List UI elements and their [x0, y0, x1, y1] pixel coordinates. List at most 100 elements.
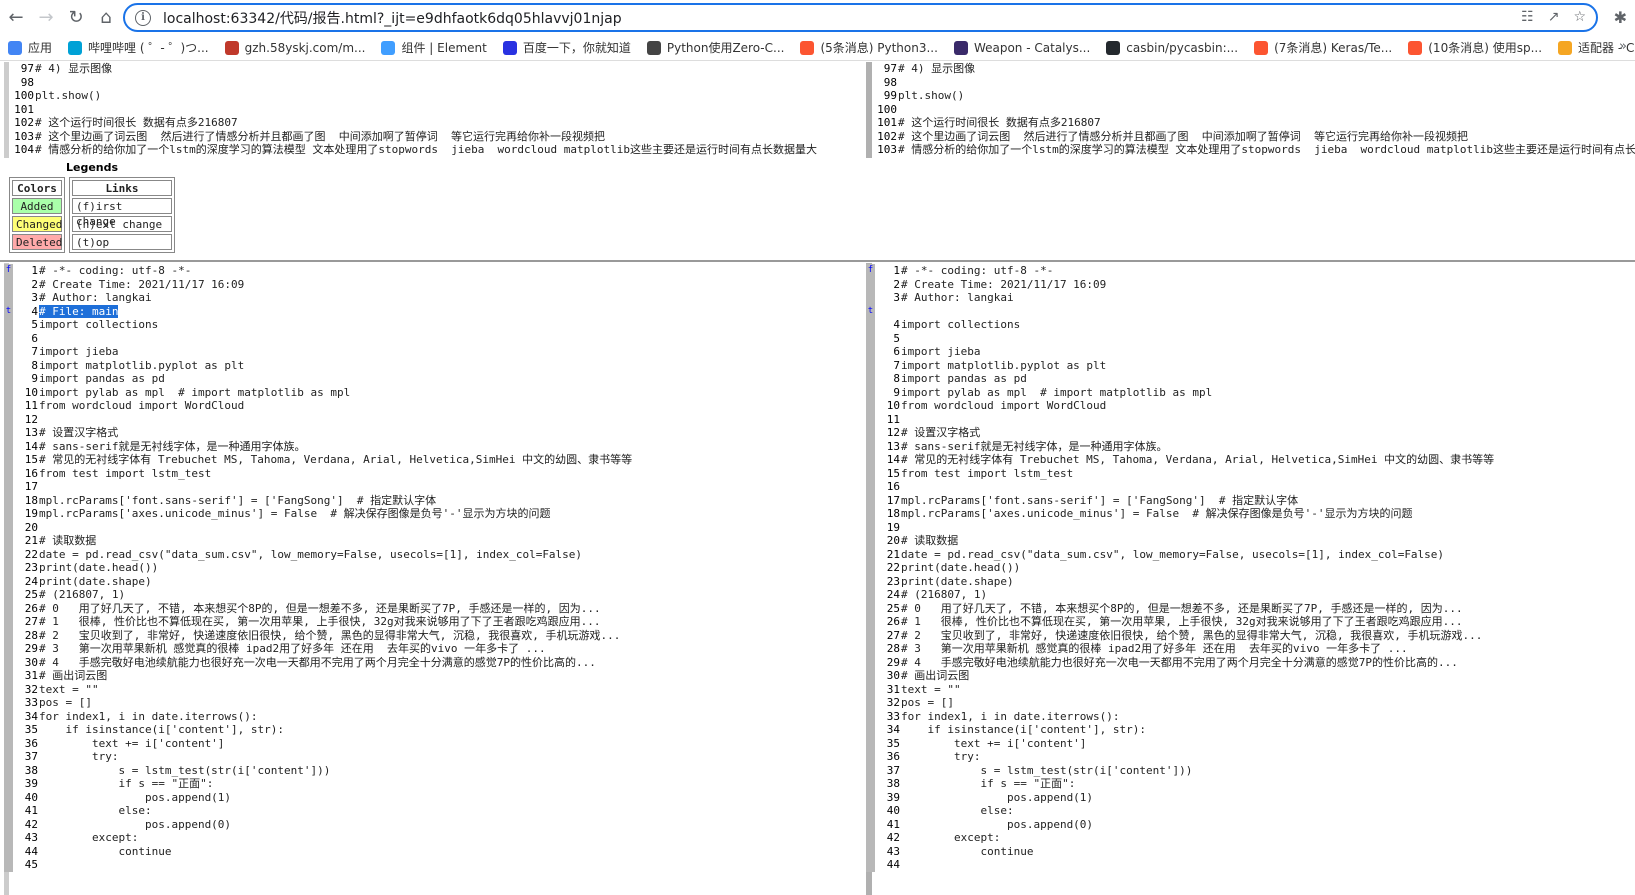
code-text[interactable]: # Author: langkai	[39, 291, 865, 305]
code-text[interactable]: if isinstance(i['content'], str):	[39, 723, 865, 737]
code-text[interactable]: pos = []	[39, 696, 865, 710]
code-text[interactable]: mpl.rcParams['axes.unicode_minus'] = Fal…	[39, 507, 865, 521]
code-text[interactable]: # 这个里边画了词云图 然后进行了情感分析并且都画了图 中间添加啊了暂停词 等它…	[898, 130, 1635, 144]
code-text[interactable]: import pandas as pd	[901, 372, 1635, 386]
code-text[interactable]: # 情感分析的给你加了一个lstm的深度学习的算法模型 文本处理用了stopwo…	[35, 143, 865, 157]
code-text[interactable]	[35, 76, 865, 90]
code-text[interactable]	[901, 305, 1635, 319]
bookmark-item[interactable]: gzh.58yskj.com/m...	[224, 40, 365, 55]
diff-anchor-marker[interactable]: f	[4, 264, 13, 278]
bookmark-item[interactable]: 应用	[8, 39, 52, 56]
code-text[interactable]: # 0 用了好几天了, 不错, 本来想买个8P的, 但是一想差不多, 还是果断买…	[901, 602, 1635, 616]
code-text[interactable]: import matplotlib.pyplot as plt	[39, 359, 865, 373]
code-text[interactable]: s = lstm_test(str(i['content']))	[39, 764, 865, 778]
bookmark-item[interactable]: (7条消息) Keras/Te...	[1254, 39, 1392, 56]
code-text[interactable]	[39, 521, 865, 535]
code-text[interactable]: # 0 用了好几天了, 不错, 本来想买个8P的, 但是一想差不多, 还是果断买…	[39, 602, 865, 616]
code-text[interactable]	[901, 332, 1635, 346]
code-text[interactable]: from test import lstm_test	[39, 467, 865, 481]
code-text[interactable]: plt.show()	[35, 89, 865, 103]
code-text[interactable]: # 画出词云图	[901, 669, 1635, 683]
code-text[interactable]: # 1 很棒, 性价比也不算低现在买, 第一次用苹果, 上手很快, 32g对我来…	[39, 615, 865, 629]
code-text[interactable]	[901, 858, 1635, 872]
code-text[interactable]: # 常见的无衬线字体有 Trebuchet MS, Tahoma, Verdan…	[901, 453, 1635, 467]
code-text[interactable]: # Author: langkai	[901, 291, 1635, 305]
code-text[interactable]: from wordcloud import WordCloud	[901, 399, 1635, 413]
code-text[interactable]: try:	[39, 750, 865, 764]
code-text[interactable]: # 3 第一次用苹果新机 感觉真的很棒 ipad2用了好多年 还在用 去年买的v…	[39, 642, 865, 656]
code-text[interactable]: # Create Time: 2021/11/17 16:09	[39, 278, 865, 292]
diff-anchor-marker[interactable]: t	[866, 304, 875, 318]
code-text[interactable]: print(date.shape)	[39, 575, 865, 589]
code-text[interactable]: # 3 第一次用苹果新机 感觉真的很棒 ipad2用了好多年 还在用 去年买的v…	[901, 642, 1635, 656]
extensions-icon[interactable]: ✱	[1614, 8, 1627, 27]
code-text[interactable]: text += i['content']	[39, 737, 865, 751]
code-text[interactable]: mpl.rcParams['font.sans-serif'] = ['Fang…	[901, 494, 1635, 508]
code-text[interactable]: mpl.rcParams['axes.unicode_minus'] = Fal…	[901, 507, 1635, 521]
code-text[interactable]: # Create Time: 2021/11/17 16:09	[901, 278, 1635, 292]
code-text[interactable]: # -*- coding: utf-8 -*-	[901, 264, 1635, 278]
address-bar[interactable]: i localhost:63342/代码/报告.html?_ijt=e9dhfa…	[123, 3, 1598, 32]
code-text[interactable]: if isinstance(i['content'], str):	[901, 723, 1635, 737]
code-text[interactable]: import jieba	[39, 345, 865, 359]
code-text[interactable]: # 4 手感完敬好电池续航能力也很好充一次电一天都用不完用了两个月完全十分满意的…	[39, 656, 865, 670]
bookmark-item[interactable]: 百度一下，你就知道	[502, 39, 631, 56]
code-text[interactable]: # 这个里边画了词云图 然后进行了情感分析并且都画了图 中间添加啊了暂停词 等它…	[35, 130, 865, 144]
code-text[interactable]: pos.append(1)	[901, 791, 1635, 805]
code-text[interactable]: # 4 手感完敬好电池续航能力也很好充一次电一天都用不完用了两个月完全十分满意的…	[901, 656, 1635, 670]
bookmark-item[interactable]: casbin/pycasbin:...	[1106, 40, 1238, 55]
home-icon[interactable]: ⌂	[92, 4, 120, 32]
code-text[interactable]: import pandas as pd	[39, 372, 865, 386]
code-text[interactable]: # 4) 显示图像	[898, 62, 1635, 76]
code-text[interactable]: continue	[39, 845, 865, 859]
bookmark-star-icon[interactable]: ☆	[1573, 9, 1586, 25]
code-text[interactable]: continue	[901, 845, 1635, 859]
bookmark-item[interactable]: Python使用Zero-C...	[646, 39, 784, 56]
code-text[interactable]: # sans-serif就是无衬线字体，是一种通用字体族。	[901, 440, 1635, 454]
code-text[interactable]: plt.show()	[898, 89, 1635, 103]
code-text[interactable]: # 画出词云图	[39, 669, 865, 683]
reload-icon[interactable]: ↻	[62, 4, 90, 32]
code-text[interactable]: for index1, i in date.iterrows():	[39, 710, 865, 724]
code-text[interactable]: for index1, i in date.iterrows():	[901, 710, 1635, 724]
code-text[interactable]: date = pd.read_csv("data_sum.csv", low_m…	[39, 548, 865, 562]
code-text[interactable]: import collections	[901, 318, 1635, 332]
translate-icon[interactable]: ☷	[1521, 9, 1534, 25]
code-text[interactable]: print(date.shape)	[901, 575, 1635, 589]
back-icon[interactable]: ←	[2, 4, 30, 32]
code-text[interactable]: try:	[901, 750, 1635, 764]
top-link[interactable]: (t)op	[72, 234, 172, 250]
next-change-link[interactable]: (n)ext change	[72, 216, 172, 232]
code-text[interactable]: # 情感分析的给你加了一个lstm的深度学习的算法模型 文本处理用了stopwo…	[898, 143, 1635, 157]
code-text[interactable]	[39, 332, 865, 346]
code-text[interactable]: print(date.head())	[39, 561, 865, 575]
code-text[interactable]	[901, 521, 1635, 535]
bookmark-item[interactable]: 组件 | Element	[381, 39, 487, 56]
right-code-pane[interactable]: f 1 # -*- coding: utf-8 -*- 2 # Create Time:…	[866, 264, 1635, 895]
code-text[interactable]	[39, 413, 865, 427]
code-text[interactable]: # File: main	[39, 304, 865, 319]
bookmarks-more-icon[interactable]: »	[1619, 39, 1627, 54]
left-code-pane[interactable]: f 1 # -*- coding: utf-8 -*- 2 # Create Time:…	[4, 264, 865, 895]
code-text[interactable]: # 常见的无衬线字体有 Trebuchet MS, Tahoma, Verdan…	[39, 453, 865, 467]
code-text[interactable]: import pylab as mpl # import matplotlib …	[39, 386, 865, 400]
share-icon[interactable]: ↗	[1548, 9, 1560, 25]
code-text[interactable]	[898, 76, 1635, 90]
code-text[interactable]: else:	[901, 804, 1635, 818]
site-info-icon[interactable]: i	[135, 9, 151, 26]
first-change-link[interactable]: (f)irst change	[72, 198, 172, 228]
code-text[interactable]: # (216807, 1)	[901, 588, 1635, 602]
code-text[interactable]: # -*- coding: utf-8 -*-	[39, 264, 865, 278]
forward-icon[interactable]: →	[32, 4, 60, 32]
code-text[interactable]: # sans-serif就是无衬线字体，是一种通用字体族。	[39, 440, 865, 454]
url-text[interactable]: localhost:63342/代码/报告.html?_ijt=e9dhfaot…	[163, 8, 622, 28]
code-text[interactable]: pos = []	[901, 696, 1635, 710]
code-text[interactable]: # 4) 显示图像	[35, 62, 865, 76]
code-text[interactable]	[901, 413, 1635, 427]
code-text[interactable]: text = ""	[901, 683, 1635, 697]
code-text[interactable]: # 1 很棒, 性价比也不算低现在买, 第一次用苹果, 上手很快, 32g对我来…	[901, 615, 1635, 629]
code-text[interactable]	[39, 480, 865, 494]
code-text[interactable]: print(date.head())	[901, 561, 1635, 575]
code-text[interactable]: except:	[901, 831, 1635, 845]
code-text[interactable]: import matplotlib.pyplot as plt	[901, 359, 1635, 373]
